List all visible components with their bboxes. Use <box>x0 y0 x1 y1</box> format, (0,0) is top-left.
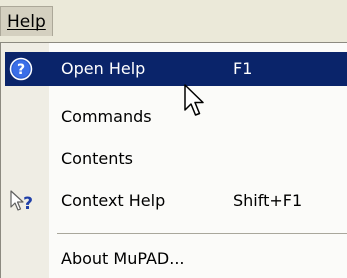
menu-item-label: Context Help <box>61 191 166 210</box>
menu-help[interactable]: Help <box>0 6 53 36</box>
menu-item-label: About MuPAD... <box>61 249 185 268</box>
menu-item-label: Commands <box>61 107 152 126</box>
menu-item-open-help[interactable]: ? Open Help F1 <box>5 52 347 86</box>
svg-text:?: ? <box>23 194 33 214</box>
menu-item-context-help[interactable]: ? Context Help Shift+F1 <box>5 184 347 218</box>
menu-item-shortcut: F1 <box>233 59 253 78</box>
menu-item-contents[interactable]: Contents <box>5 142 347 176</box>
svg-text:?: ? <box>17 62 25 78</box>
menu-item-commands[interactable]: Commands <box>5 100 347 134</box>
menu-item-about-mupad[interactable]: About MuPAD... <box>5 242 347 276</box>
menu-item-label: Contents <box>61 149 133 168</box>
help-circle-icon: ? <box>9 57 33 81</box>
menu-help-label: Help <box>7 12 46 32</box>
menu-item-label: Open Help <box>61 59 146 78</box>
menu-bar: Help <box>0 0 347 42</box>
help-dropdown-menu: ? Open Help F1 Commands Contents ? Conte… <box>0 42 347 278</box>
menu-separator <box>57 233 347 234</box>
window: Help ? Open Help F1 Commands Contents ? … <box>0 0 347 278</box>
context-help-arrow-icon: ? <box>9 189 33 214</box>
mouse-cursor-icon <box>184 84 208 120</box>
menu-item-shortcut: Shift+F1 <box>233 191 303 210</box>
